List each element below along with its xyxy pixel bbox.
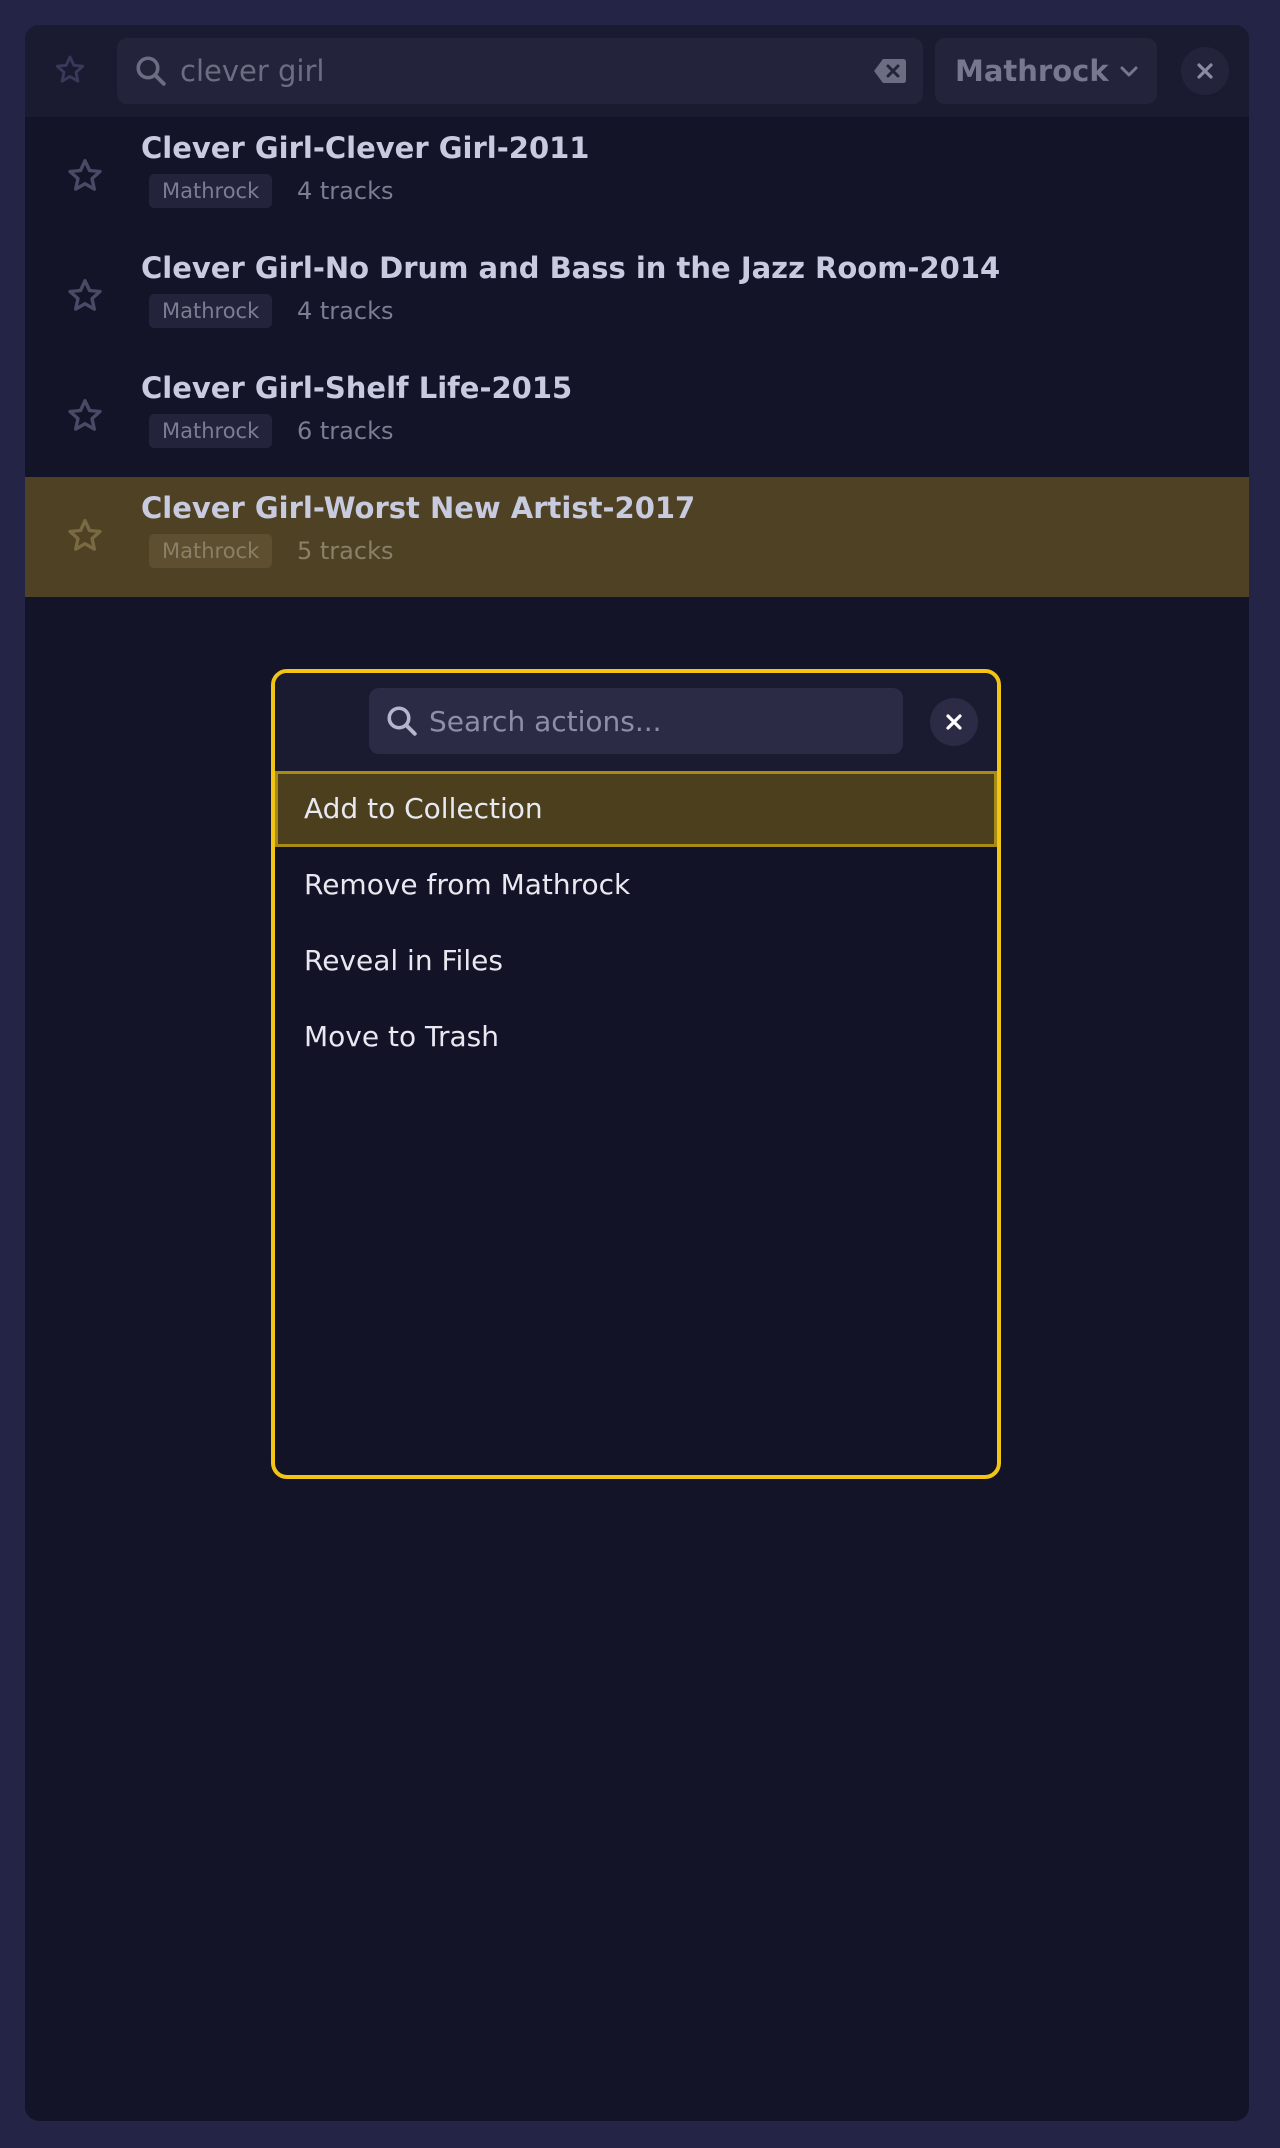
- track-count: 5 tracks: [297, 537, 394, 565]
- track-count: 4 tracks: [297, 177, 394, 205]
- favorites-filter-toggle[interactable]: [51, 51, 89, 89]
- search-icon: [136, 56, 166, 86]
- search-query[interactable]: clever girl: [180, 38, 324, 104]
- star-icon[interactable]: [65, 516, 105, 556]
- track-count: 6 tracks: [297, 417, 394, 445]
- star-icon[interactable]: [65, 156, 105, 196]
- album-title: Clever Girl-No Drum and Bass in the Jazz…: [141, 251, 1001, 285]
- search-icon: [387, 706, 417, 736]
- backspace-icon[interactable]: [873, 58, 907, 84]
- album-title: Clever Girl-Clever Girl-2011: [141, 131, 590, 165]
- track-count: 4 tracks: [297, 297, 394, 325]
- album-row-selected[interactable]: Clever Girl-Worst New Artist-2017 Mathro…: [25, 477, 1249, 597]
- collection-tag: Mathrock: [149, 414, 273, 448]
- action-move-to-trash[interactable]: Move to Trash: [275, 999, 997, 1075]
- action-search-input[interactable]: [429, 688, 889, 754]
- collection-tag: Mathrock: [149, 174, 273, 208]
- close-icon: [1197, 63, 1213, 79]
- close-search-button[interactable]: [1181, 47, 1229, 95]
- collection-tag: Mathrock: [149, 294, 273, 328]
- action-remove-from-collection[interactable]: Remove from Mathrock: [275, 847, 997, 923]
- album-row[interactable]: Clever Girl-Shelf Life-2015 Mathrock 6 t…: [25, 357, 1249, 477]
- collection-filter-label: Mathrock: [955, 54, 1109, 88]
- search-field[interactable]: clever girl: [117, 38, 923, 104]
- action-menu-dialog: Add to Collection Remove from Mathrock R…: [271, 669, 1001, 1479]
- collection-filter-dropdown[interactable]: Mathrock: [935, 38, 1157, 104]
- action-reveal-in-files[interactable]: Reveal in Files: [275, 923, 997, 999]
- action-search-field[interactable]: [369, 688, 903, 754]
- star-icon: [55, 55, 85, 83]
- action-add-to-collection[interactable]: Add to Collection: [275, 771, 997, 847]
- action-menu-header: [275, 673, 997, 771]
- collection-tag: Mathrock: [149, 534, 273, 568]
- album-row[interactable]: Clever Girl-No Drum and Bass in the Jazz…: [25, 237, 1249, 357]
- album-title: Clever Girl-Worst New Artist-2017: [141, 491, 696, 525]
- album-row[interactable]: Clever Girl-Clever Girl-2011 Mathrock 4 …: [25, 117, 1249, 237]
- chevron-down-icon: [1120, 66, 1138, 77]
- search-toolbar: clever girl Mathrock: [25, 25, 1249, 117]
- album-title: Clever Girl-Shelf Life-2015: [141, 371, 573, 405]
- close-icon: [946, 714, 962, 730]
- close-action-menu-button[interactable]: [930, 698, 978, 746]
- star-icon[interactable]: [65, 276, 105, 316]
- star-icon[interactable]: [65, 396, 105, 436]
